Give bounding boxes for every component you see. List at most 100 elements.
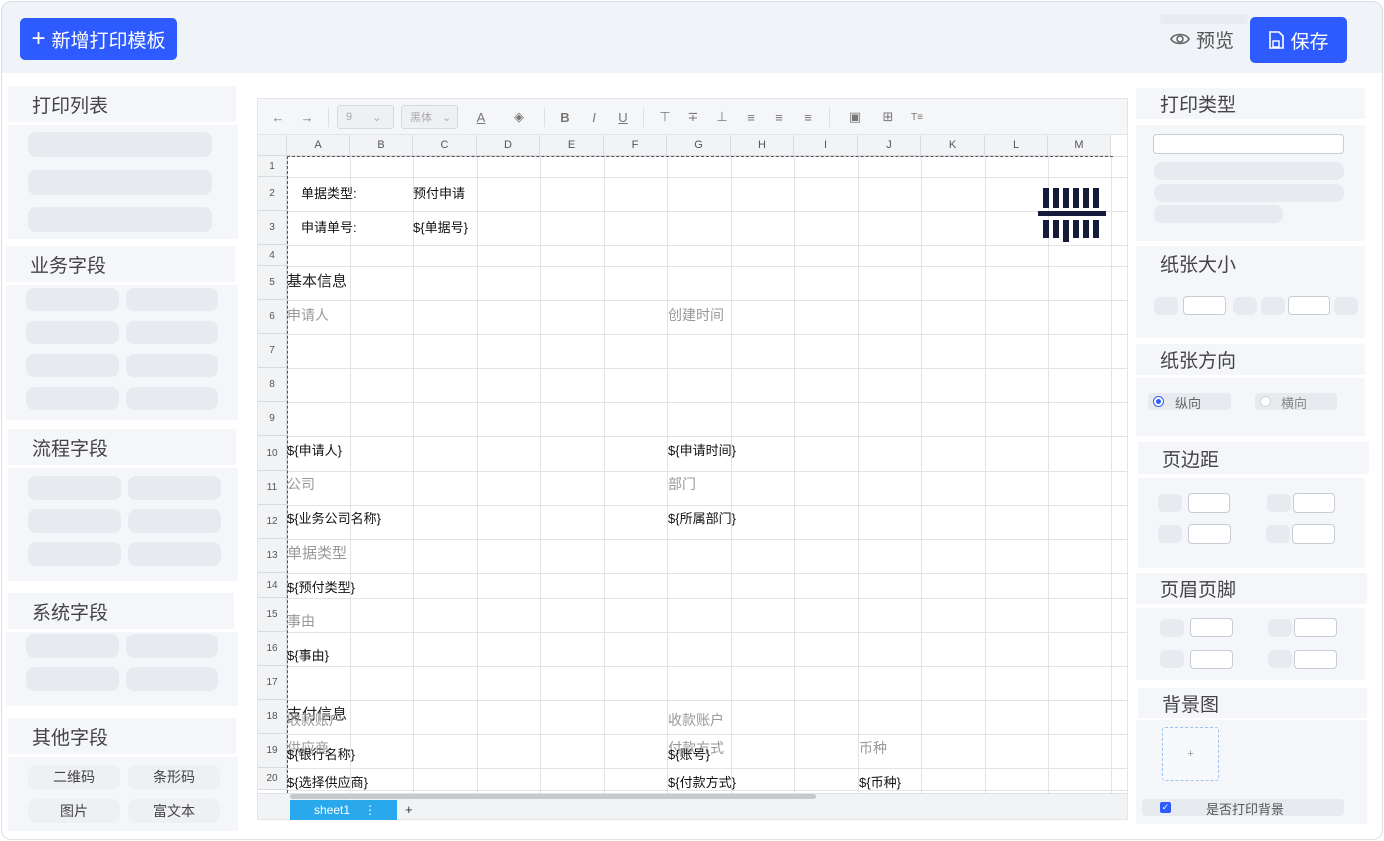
row-header[interactable]: 15 xyxy=(258,598,287,632)
row-header[interactable]: 12 xyxy=(258,505,287,539)
column-header[interactable]: E xyxy=(540,135,604,156)
row-header[interactable]: 18 xyxy=(258,700,287,734)
row-header[interactable]: 10 xyxy=(258,436,287,471)
bold-icon[interactable]: B xyxy=(558,107,572,127)
option-item[interactable] xyxy=(1154,205,1283,223)
more-vertical-icon[interactable]: ⋮ xyxy=(364,803,376,817)
column-header[interactable]: I xyxy=(794,135,858,156)
align-middle-icon[interactable]: ∓ xyxy=(686,107,700,127)
cell-grid[interactable]: 单据类型: 预付申请 申请单号: ${单据号} 基本信息 申请人 创建时间 ${… xyxy=(287,156,1127,793)
landscape-radio[interactable]: 横向 xyxy=(1255,393,1337,411)
list-item[interactable] xyxy=(28,132,212,157)
field-item[interactable] xyxy=(26,387,119,410)
paper-size-option[interactable] xyxy=(1334,297,1358,315)
align-top-icon[interactable]: ⊤ xyxy=(658,107,672,127)
align-bottom-icon[interactable]: ⊥ xyxy=(715,107,729,127)
field-item[interactable] xyxy=(128,476,221,500)
list-item[interactable] xyxy=(28,207,212,232)
row-header[interactable]: 1 xyxy=(258,156,287,177)
footer-height-input[interactable] xyxy=(1294,650,1337,669)
field-item[interactable] xyxy=(128,542,221,566)
column-header[interactable]: M xyxy=(1048,135,1111,156)
option-item[interactable] xyxy=(1154,162,1344,180)
qrcode-field-button[interactable]: 二维码 xyxy=(28,765,120,789)
list-item[interactable] xyxy=(28,170,212,195)
row-header[interactable]: 5 xyxy=(258,266,287,300)
field-item[interactable] xyxy=(26,354,119,377)
column-header[interactable]: D xyxy=(477,135,540,156)
row-header[interactable]: 19 xyxy=(258,734,287,768)
preview-button[interactable]: 预览 xyxy=(1170,24,1234,54)
margin-left-input[interactable] xyxy=(1188,524,1231,544)
row-header[interactable]: 8 xyxy=(258,368,287,402)
row-header[interactable]: 16 xyxy=(258,632,287,666)
header-input[interactable] xyxy=(1190,618,1233,637)
align-left-icon[interactable]: ≡ xyxy=(744,107,758,127)
border-icon[interactable]: ▣ xyxy=(848,107,862,127)
merge-cells-icon[interactable]: ⊞ xyxy=(881,107,895,127)
field-item[interactable] xyxy=(126,667,218,691)
column-header[interactable]: B xyxy=(350,135,413,156)
paper-size-option[interactable] xyxy=(1261,297,1285,315)
barcode-field-button[interactable]: 条形码 xyxy=(128,765,220,789)
paper-size-option[interactable] xyxy=(1154,297,1178,315)
column-header[interactable]: L xyxy=(985,135,1048,156)
row-header[interactable]: 4 xyxy=(258,245,287,266)
row-header[interactable]: 9 xyxy=(258,402,287,436)
column-header[interactable]: H xyxy=(731,135,794,156)
paper-size-option[interactable] xyxy=(1233,297,1257,315)
print-type-select[interactable] xyxy=(1153,134,1344,154)
row-header[interactable]: 2 xyxy=(258,177,287,211)
fill-color-icon[interactable]: ◈ xyxy=(510,107,528,127)
row-header[interactable]: 14 xyxy=(258,573,287,598)
header-height-input[interactable] xyxy=(1294,618,1337,637)
margin-top-input[interactable] xyxy=(1188,493,1230,513)
field-item[interactable] xyxy=(126,354,218,377)
barcode-image[interactable] xyxy=(1037,184,1107,242)
paper-width-input[interactable] xyxy=(1183,296,1226,315)
field-item[interactable] xyxy=(26,667,119,691)
row-header[interactable]: 7 xyxy=(258,334,287,368)
field-item[interactable] xyxy=(126,321,218,344)
row-header[interactable]: 11 xyxy=(258,471,287,505)
row-header[interactable]: 17 xyxy=(258,666,287,700)
row-header[interactable]: 13 xyxy=(258,539,287,573)
underline-icon[interactable]: U xyxy=(616,107,630,127)
row-header[interactable]: 3 xyxy=(258,211,287,245)
column-header[interactable]: F xyxy=(604,135,667,156)
spreadsheet-editor[interactable]: ← → 9 ⌄ 黑体 ⌄ A ◈ B I U ⊤ ∓ ⊥ ≡ ≡ ≡ ▣ ⊞ T≡ … xyxy=(257,98,1128,820)
option-item[interactable] xyxy=(1154,184,1344,202)
align-center-icon[interactable]: ≡ xyxy=(772,107,786,127)
align-right-icon[interactable]: ≡ xyxy=(801,107,815,127)
column-header[interactable]: J xyxy=(858,135,921,156)
portrait-radio[interactable]: 纵向 xyxy=(1148,393,1231,411)
column-header[interactable]: K xyxy=(921,135,985,156)
image-field-button[interactable]: 图片 xyxy=(28,799,120,823)
margin-right-input[interactable] xyxy=(1292,524,1335,544)
redo-icon[interactable]: → xyxy=(299,107,315,127)
undo-icon[interactable]: ← xyxy=(270,107,286,127)
text-wrap-icon[interactable]: T≡ xyxy=(910,107,924,127)
sheet-tab[interactable]: sheet1 ⋮ xyxy=(290,800,397,820)
field-item[interactable] xyxy=(26,321,119,344)
italic-icon[interactable]: I xyxy=(587,107,601,127)
horizontal-scrollbar[interactable] xyxy=(290,794,816,799)
corner-cell[interactable] xyxy=(258,135,287,156)
column-header[interactable]: G xyxy=(667,135,731,156)
field-item[interactable] xyxy=(128,509,221,533)
print-background-checkbox[interactable]: ✓ 是否打印背景 xyxy=(1142,799,1344,817)
row-header[interactable]: 6 xyxy=(258,300,287,334)
font-size-select[interactable]: 9 ⌄ xyxy=(337,105,394,129)
field-item[interactable] xyxy=(126,288,218,311)
add-template-button[interactable]: + 新增打印模板 xyxy=(20,18,177,60)
add-sheet-button[interactable]: + xyxy=(405,802,413,817)
field-item[interactable] xyxy=(26,288,119,311)
field-item[interactable] xyxy=(28,476,121,500)
field-item[interactable] xyxy=(28,542,121,566)
save-button[interactable]: 保存 xyxy=(1250,17,1347,63)
footer-input[interactable] xyxy=(1190,650,1233,669)
column-header[interactable]: A xyxy=(287,135,350,156)
field-item[interactable] xyxy=(126,634,218,658)
richtext-field-button[interactable]: 富文本 xyxy=(128,799,220,823)
field-item[interactable] xyxy=(26,634,119,658)
